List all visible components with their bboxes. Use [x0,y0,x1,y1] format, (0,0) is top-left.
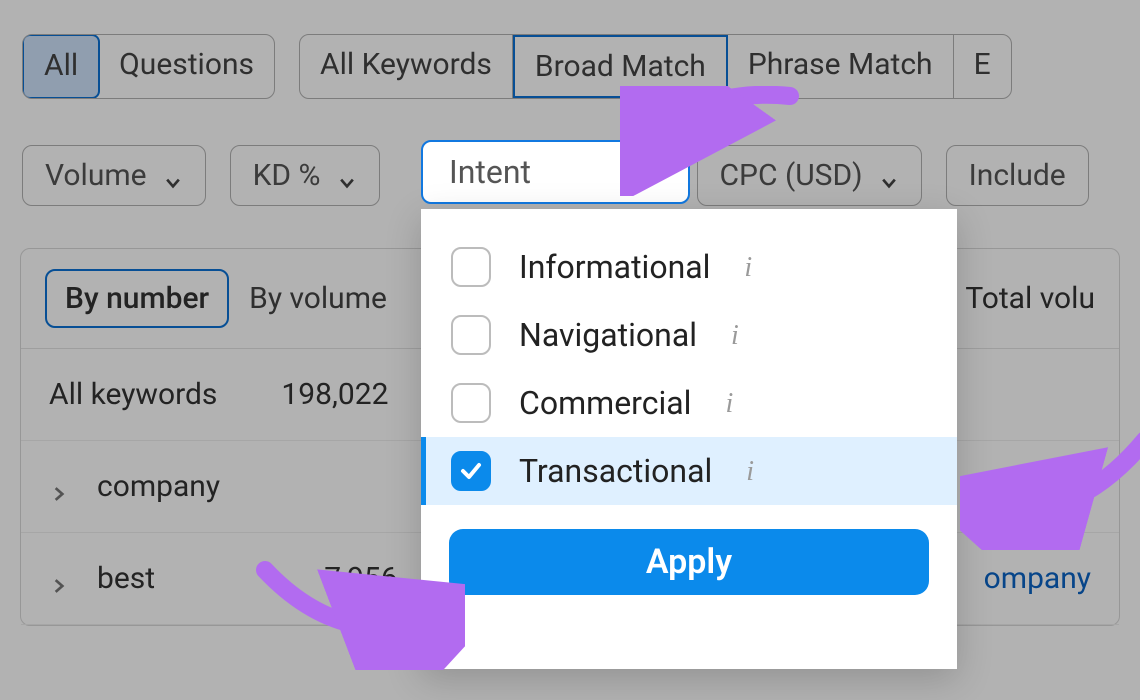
filter-cpc[interactable]: CPC (USD) [697,145,922,206]
chevron-down-icon [163,166,183,186]
tab-group-questions: All Questions [22,34,275,99]
chevron-down-icon [337,166,357,186]
keyword-link[interactable]: ompany [984,561,1091,596]
intent-option-navigational[interactable]: Navigational i [421,301,957,369]
tab-questions[interactable]: Questions [99,35,274,98]
tab-exact-match[interactable]: E [954,35,1011,98]
info-icon[interactable]: i [744,252,764,282]
toggle-by-volume[interactable]: By volume [249,271,387,326]
filter-cpc-label: CPC (USD) [720,158,863,193]
intent-option-label: Transactional [519,452,712,490]
info-icon[interactable]: i [731,320,751,350]
checkbox-icon[interactable] [451,247,491,287]
filter-volume[interactable]: Volume [22,145,206,206]
total-volume-label: Total volu [965,281,1095,316]
intent-option-label: Informational [519,248,710,286]
filter-include[interactable]: Include [946,145,1089,206]
count-cell: 7,956 [324,561,397,596]
chevron-down-icon [879,166,899,186]
keyword-cell: company [97,469,220,504]
tab-phrase-match[interactable]: Phrase Match [728,35,954,98]
chevron-down-icon [638,160,662,184]
info-icon[interactable]: i [746,456,766,486]
tab-group-match: All Keywords Broad Match Phrase Match E [299,34,1012,99]
chevron-right-icon [49,569,69,589]
keyword-type-tabs: All Questions All Keywords Broad Match P… [0,0,1140,99]
all-keywords-label: All keywords [49,377,217,412]
toggle-by-number[interactable]: By number [45,269,229,328]
checkbox-checked-icon[interactable] [451,451,491,491]
chevron-right-icon [49,477,69,497]
filter-volume-label: Volume [45,158,147,193]
intent-option-transactional[interactable]: Transactional i [421,437,957,505]
intent-option-label: Navigational [519,316,697,354]
tab-broad-match[interactable]: Broad Match [513,35,728,98]
tab-all[interactable]: All [22,34,100,99]
intent-dropdown: Informational i Navigational i Commercia… [421,209,957,669]
checkbox-icon[interactable] [451,315,491,355]
filter-include-label: Include [969,158,1066,193]
checkbox-icon[interactable] [451,383,491,423]
intent-option-informational[interactable]: Informational i [421,233,957,301]
intent-option-label: Commercial [519,384,691,422]
apply-button[interactable]: Apply [449,529,929,595]
all-keywords-count: 198,022 [281,377,388,412]
info-icon[interactable]: i [725,388,745,418]
filter-intent[interactable]: Intent [421,140,690,204]
filter-intent-label: Intent [449,153,531,191]
tab-all-keywords[interactable]: All Keywords [300,35,513,98]
filter-kd[interactable]: KD % [230,145,380,206]
filter-kd-label: KD % [253,158,321,193]
intent-option-commercial[interactable]: Commercial i [421,369,957,437]
keyword-cell: best [97,561,155,596]
